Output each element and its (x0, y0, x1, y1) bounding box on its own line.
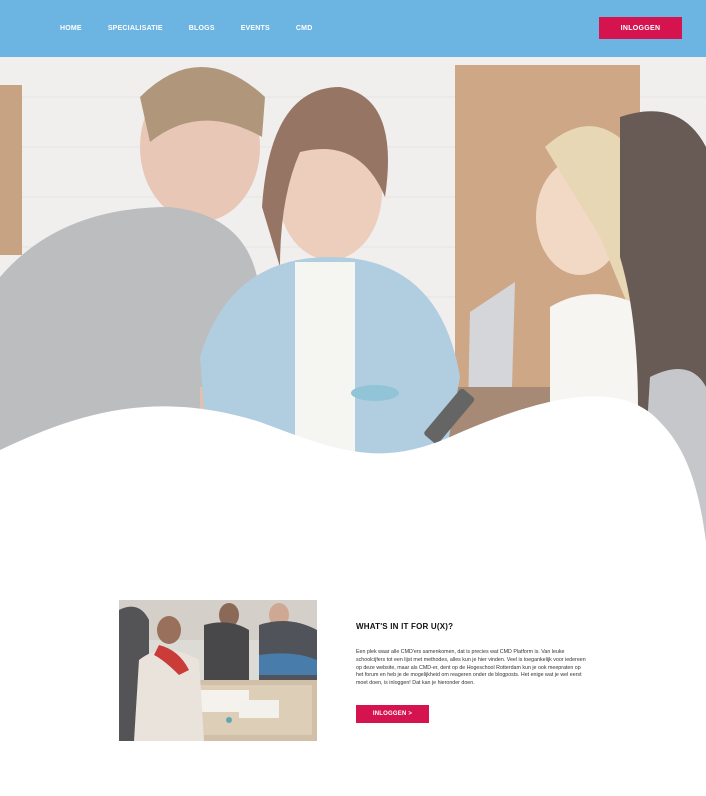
feature-title: WHAT'S IN IT FOR U(X)? (356, 622, 454, 631)
hero-image (0, 57, 706, 542)
feature-photo-students-table (119, 600, 317, 741)
feature-description: Een plek waar alle CMD'ers samenkomen, d… (356, 649, 586, 687)
hero-photo-students (0, 57, 706, 542)
top-navigation: HOME SPECIALISATIE BLOGS EVENTS CMD INLO… (0, 0, 706, 57)
login-button[interactable]: INLOGGEN (599, 17, 682, 39)
nav-item-home[interactable]: HOME (60, 25, 82, 32)
nav-item-blogs[interactable]: BLOGS (189, 25, 215, 32)
nav-links: HOME SPECIALISATIE BLOGS EVENTS CMD (60, 0, 338, 57)
nav-item-cmd[interactable]: CMD (296, 25, 313, 32)
nav-item-events[interactable]: EVENTS (241, 25, 270, 32)
feature-login-button[interactable]: INLOGGEN > (356, 705, 429, 723)
nav-item-specialisatie[interactable]: SPECIALISATIE (108, 25, 163, 32)
